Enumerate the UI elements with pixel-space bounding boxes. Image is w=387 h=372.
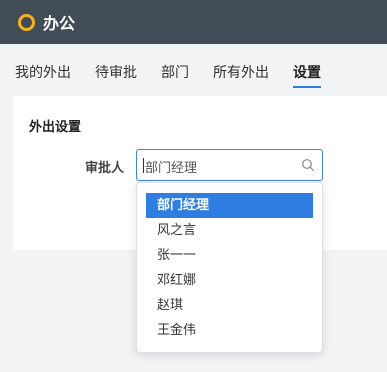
app-title: 办公 (43, 14, 76, 33)
dropdown-option[interactable]: 部门经理 (146, 193, 313, 218)
tab-bar: 我的外出 待审批 部门 所有外出 设置 (0, 44, 387, 96)
approver-select-value: 部门经理 (142, 157, 197, 176)
dropdown-option[interactable]: 王金伟 (146, 318, 313, 343)
tab-pending-approval[interactable]: 待审批 (95, 62, 137, 82)
approver-dropdown: 部门经理 风之言 张一一 邓红娜 赵琪 王金伟 (136, 182, 323, 353)
section-title: 外出设置 (29, 120, 82, 135)
dropdown-option[interactable]: 赵琪 (146, 293, 313, 318)
tab-department[interactable]: 部门 (161, 62, 189, 82)
tab-settings[interactable]: 设置 (293, 62, 321, 88)
dropdown-option[interactable]: 张一一 (146, 243, 313, 268)
top-bar: 办公 (0, 0, 387, 44)
approver-label: 审批人 (85, 161, 125, 176)
tab-my-outings[interactable]: 我的外出 (15, 62, 71, 82)
logo-icon (18, 13, 35, 31)
approver-select[interactable]: 部门经理 (136, 149, 323, 181)
search-icon (302, 159, 315, 172)
dropdown-option[interactable]: 风之言 (146, 218, 313, 243)
tab-all-outings[interactable]: 所有外出 (213, 62, 269, 82)
dropdown-option[interactable]: 邓红娜 (146, 268, 313, 293)
